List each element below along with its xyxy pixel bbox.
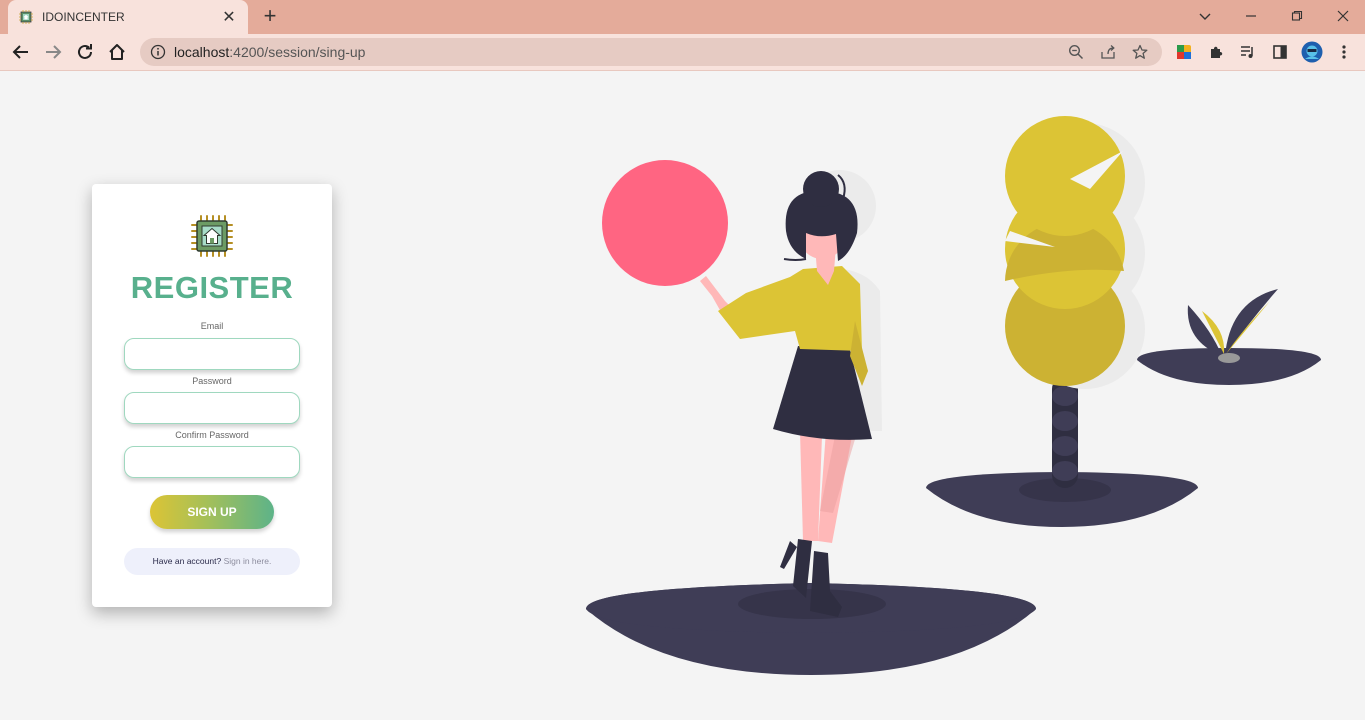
back-arrow-icon[interactable]	[8, 39, 34, 65]
pink-ball	[602, 160, 728, 286]
sign-in-prompt: Have an account? Sign in here.	[124, 548, 300, 575]
browser-tab[interactable]: IDOINCENTER ✕	[8, 0, 248, 34]
browser-menu-icon[interactable]	[1334, 42, 1354, 62]
page-content: REGISTER Email Password Confirm Password…	[0, 71, 1365, 720]
share-icon[interactable]	[1098, 42, 1118, 62]
password-label: Password	[192, 376, 232, 386]
side-panel-icon[interactable]	[1270, 42, 1290, 62]
tab-title: IDOINCENTER	[42, 10, 125, 24]
register-card: REGISTER Email Password Confirm Password…	[92, 184, 332, 607]
new-tab-button[interactable]: +	[258, 5, 282, 29]
media-playlist-icon[interactable]	[1238, 42, 1258, 62]
url-text[interactable]: localhost:4200/session/sing-up	[174, 44, 1066, 60]
tab-close-icon[interactable]: ✕	[220, 7, 238, 27]
profile-avatar[interactable]	[1300, 40, 1324, 64]
bookmark-star-icon[interactable]	[1130, 42, 1150, 62]
tree-trunk	[1052, 376, 1078, 488]
register-title: REGISTER	[130, 270, 294, 305]
confirm-password-field[interactable]	[124, 446, 300, 478]
confirm-password-label: Confirm Password	[175, 430, 249, 440]
tree-canopy	[1005, 116, 1125, 386]
window-close-icon[interactable]	[1330, 4, 1356, 28]
browser-toolbar: localhost:4200/session/sing-up	[0, 34, 1365, 71]
email-label: Email	[200, 321, 224, 331]
url-path: :4200/session/sing-up	[229, 44, 366, 60]
address-bar[interactable]: localhost:4200/session/sing-up	[140, 38, 1162, 66]
extensions-puzzle-icon[interactable]	[1206, 42, 1226, 62]
password-field[interactable]	[124, 392, 300, 424]
tab-search-chevron-icon[interactable]	[1192, 4, 1218, 28]
url-host: localhost	[174, 44, 230, 60]
have-account-text: Have an account?	[152, 556, 222, 566]
sign-in-link[interactable]: Sign in here.	[224, 556, 272, 566]
minimize-icon[interactable]	[1238, 4, 1264, 28]
chip-house-logo-icon	[191, 215, 233, 257]
sign-up-button[interactable]: SIGN UP	[150, 495, 274, 529]
site-info-icon[interactable]	[150, 44, 166, 60]
browser-titlebar: IDOINCENTER ✕ +	[0, 0, 1365, 34]
forward-arrow-icon[interactable]	[40, 39, 66, 65]
zoom-icon[interactable]	[1066, 42, 1086, 62]
home-icon[interactable]	[104, 39, 130, 65]
reload-icon[interactable]	[72, 39, 98, 65]
restore-icon[interactable]	[1284, 4, 1310, 28]
email-field[interactable]	[124, 338, 300, 370]
extension-colorful-icon[interactable]	[1174, 42, 1194, 62]
chip-house-icon	[19, 10, 33, 24]
